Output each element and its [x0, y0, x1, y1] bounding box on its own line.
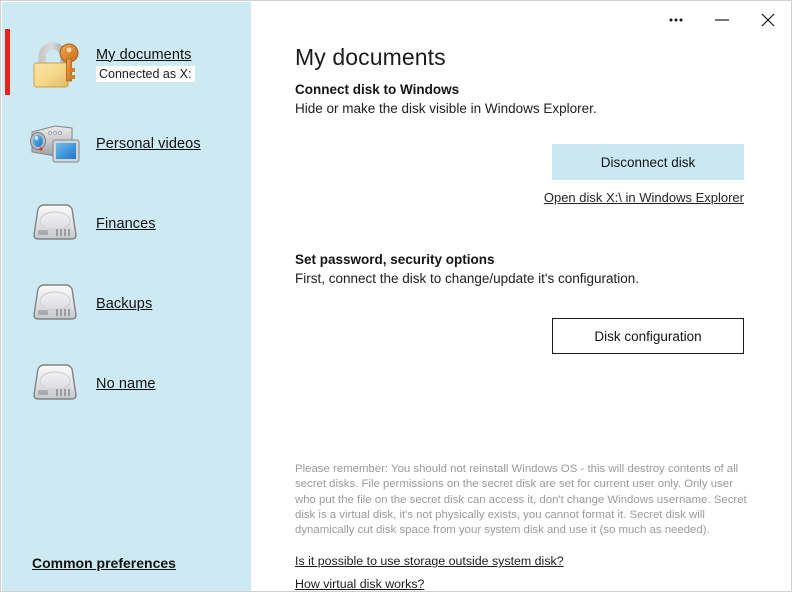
- disk-configuration-button[interactable]: Disk configuration: [552, 318, 744, 354]
- sidebar-item-text: No name: [96, 376, 156, 392]
- footer-link-how-virtual-disk-works[interactable]: How virtual disk works?: [295, 577, 424, 591]
- minimize-icon: [713, 11, 731, 29]
- camcorder-icon: [24, 113, 86, 175]
- app-window: My documents Connected as X:: [0, 0, 792, 592]
- sidebar-item-text: My documents Connected as X:: [96, 47, 195, 82]
- sidebar-item-finances[interactable]: Finances: [2, 184, 251, 264]
- section-security-options: Set password, security options First, co…: [295, 252, 744, 286]
- section-heading: Set password, security options: [295, 252, 744, 267]
- section-heading: Connect disk to Windows: [295, 82, 744, 97]
- hard-disk-icon: [24, 193, 86, 255]
- minimize-button[interactable]: [699, 1, 745, 39]
- window-controls: [653, 1, 791, 39]
- sidebar-item-status: Connected as X:: [96, 66, 195, 82]
- lock-key-icon: [24, 33, 86, 95]
- common-preferences-link[interactable]: Common preferences: [32, 555, 176, 571]
- sidebar-item-personal-videos[interactable]: Personal videos: [2, 104, 251, 184]
- page-title: My documents: [295, 44, 446, 71]
- sidebar-item-label[interactable]: Finances: [96, 216, 156, 232]
- sidebar-item-label[interactable]: My documents: [96, 47, 192, 63]
- sidebar-item-backups[interactable]: Backups: [2, 264, 251, 344]
- hard-disk-icon: [24, 273, 86, 335]
- section-connect-disk: Connect disk to Windows Hide or make the…: [295, 82, 744, 116]
- footer-link-storage-outside-system-disk[interactable]: Is it possible to use storage outside sy…: [295, 554, 564, 568]
- sidebar-item-label[interactable]: Personal videos: [96, 136, 201, 152]
- hard-disk-icon: [24, 353, 86, 415]
- sidebar-item-my-documents[interactable]: My documents Connected as X:: [2, 24, 251, 104]
- more-options-button[interactable]: [653, 1, 699, 39]
- connect-disk-actions: Disconnect disk Open disk X:\ in Windows…: [544, 144, 744, 205]
- sidebar-item-text: Finances: [96, 216, 156, 232]
- section-description: First, connect the disk to change/update…: [295, 271, 744, 286]
- open-disk-in-explorer-link[interactable]: Open disk X:\ in Windows Explorer: [544, 190, 744, 205]
- sidebar-item-no-name[interactable]: No name: [2, 344, 251, 424]
- section-description: Hide or make the disk visible in Windows…: [295, 101, 744, 116]
- disclaimer-text: Please remember: You should not reinstal…: [295, 462, 750, 538]
- sidebar-item-label[interactable]: Backups: [96, 296, 152, 312]
- sidebar: My documents Connected as X:: [2, 2, 251, 592]
- ellipsis-icon: [667, 11, 685, 29]
- footer: Please remember: You should not reinstal…: [295, 462, 750, 592]
- main-panel: My documents Connect disk to Windows Hid…: [251, 2, 790, 590]
- footer-links: Is it possible to use storage outside sy…: [295, 554, 750, 591]
- close-button[interactable]: [745, 1, 791, 39]
- sidebar-item-label[interactable]: No name: [96, 376, 156, 392]
- close-icon: [759, 11, 777, 29]
- selection-indicator: [5, 29, 10, 95]
- sidebar-item-text: Personal videos: [96, 136, 201, 152]
- sidebar-disk-list: My documents Connected as X:: [2, 24, 251, 424]
- disconnect-disk-button[interactable]: Disconnect disk: [552, 144, 744, 180]
- sidebar-item-text: Backups: [96, 296, 152, 312]
- security-options-actions: Disk configuration: [552, 318, 744, 354]
